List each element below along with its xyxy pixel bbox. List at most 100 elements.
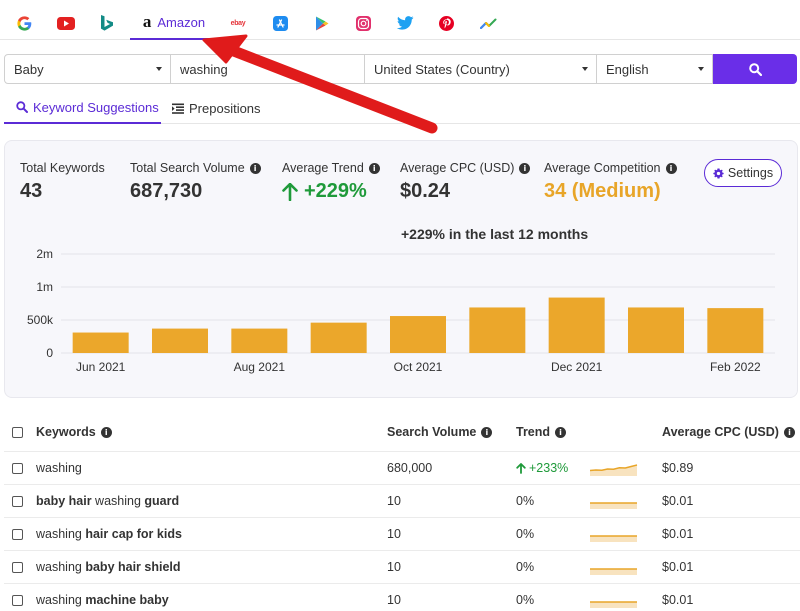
tab-prepositions-label: Prepositions	[189, 100, 261, 116]
chart-bar[interactable]	[72, 332, 129, 353]
search-volume-cell: 680,000	[387, 461, 433, 475]
result-tabs: Keyword Suggestions Prepositions	[4, 92, 800, 124]
stat-value: +229%	[304, 180, 367, 202]
info-icon[interactable]: i	[783, 426, 795, 438]
app-store-tab[interactable]	[271, 6, 289, 40]
gear-icon	[713, 167, 724, 178]
trend-cell: +233%	[516, 452, 568, 484]
chart-bar[interactable]	[548, 297, 605, 353]
settings-button-label: Settings	[727, 166, 774, 180]
x-tick-label: Feb 2022	[710, 360, 761, 374]
chevron-down-icon	[582, 67, 588, 71]
table-row[interactable]: washing hair cap for kids 10 0% $0.01	[4, 517, 800, 550]
search-icon	[16, 101, 28, 113]
keyword-cell[interactable]: washing	[36, 452, 82, 484]
keyword-cell[interactable]: washing machine baby	[36, 584, 169, 611]
keyword-text: machine baby	[85, 593, 169, 607]
search-volume-chart: 0 500k 1m 2m Jun 2021 Aug 2021 Oct 2021 Dec 202…	[27, 247, 775, 374]
trend-value: +233%	[529, 461, 569, 475]
stat-value: 687,730	[130, 180, 203, 202]
y-tick-label: 1m	[36, 280, 53, 294]
row-checkbox[interactable]	[12, 561, 23, 573]
search-volume-cell: 10	[387, 593, 401, 607]
play-store-tab[interactable]	[313, 6, 331, 40]
column-header-keywords[interactable]: Keywords	[36, 425, 96, 439]
app-store-icon	[272, 15, 288, 31]
pinterest-icon	[438, 15, 454, 31]
search-volume-cell: 10	[387, 527, 401, 541]
column-header-average-cpc[interactable]: Average CPC (USD)	[662, 425, 779, 439]
table-row[interactable]: washing 680,000 +233% $0.89	[4, 451, 800, 484]
keyword-input[interactable]: washing	[171, 54, 365, 84]
trend-value: 0%	[516, 593, 535, 607]
info-icon[interactable]: i	[555, 426, 567, 438]
google-tab[interactable]	[14, 6, 34, 40]
search-button[interactable]	[713, 54, 797, 84]
keyword-text: baby hair shield	[85, 560, 181, 574]
instagram-tab[interactable]	[354, 6, 372, 40]
trend-value: 0%	[516, 527, 535, 541]
select-all-checkbox[interactable]	[12, 426, 23, 438]
keyword-cell[interactable]: washing baby hair shield	[36, 551, 181, 583]
twitter-tab[interactable]	[395, 6, 415, 40]
x-tick-label: Oct 2021	[394, 360, 443, 374]
chart-bar[interactable]	[310, 322, 367, 353]
keyword-text: washing	[95, 494, 141, 508]
row-checkbox[interactable]	[12, 594, 23, 606]
keyword-text: hair cap for kids	[85, 527, 182, 541]
row-checkbox[interactable]	[12, 495, 23, 507]
info-icon[interactable]: i	[100, 426, 112, 438]
info-icon[interactable]: i	[481, 426, 493, 438]
chart-bar[interactable]	[231, 328, 288, 353]
tab-prepositions[interactable]: Prepositions	[172, 92, 272, 124]
info-icon[interactable]: i	[665, 162, 677, 174]
language-select-value: English	[606, 61, 649, 77]
stat-average-cpc: Average CPC (USD) i $0.24	[400, 161, 531, 203]
stat-average-trend: Average Trend i +229%	[282, 161, 380, 203]
amazon-tab[interactable]: a Amazon	[130, 6, 218, 40]
language-select[interactable]: English	[597, 54, 713, 84]
table-row[interactable]: washing baby hair shield 10 0% $0.01	[4, 550, 800, 583]
keyword-cell[interactable]: washing hair cap for kids	[36, 518, 182, 550]
table-row[interactable]: washing machine baby 10 0% $0.01	[4, 583, 800, 611]
table-header-row: Keywords i Search Volume i Trend i Average …	[4, 416, 800, 449]
pinterest-tab[interactable]	[437, 6, 455, 40]
info-icon[interactable]: i	[249, 162, 261, 174]
chart-bar[interactable]	[707, 308, 764, 353]
keyword-cell[interactable]: baby hair washing guard	[36, 485, 179, 517]
chart-bar[interactable]	[390, 316, 446, 353]
table-row[interactable]: baby hair washing guard 10 0% $0.01	[4, 484, 800, 517]
keyword-text: baby hair	[36, 494, 96, 508]
chart-bar[interactable]	[628, 307, 684, 353]
bing-tab[interactable]	[98, 6, 116, 40]
column-header-trend[interactable]: Trend	[516, 425, 550, 439]
amazon-icon: a	[142, 12, 152, 31]
column-header-search-volume[interactable]: Search Volume	[387, 425, 476, 439]
platform-tabs: a Amazon ebay	[0, 0, 800, 40]
country-select[interactable]: United States (Country)	[365, 54, 597, 84]
row-checkbox[interactable]	[12, 528, 23, 540]
chart-bar[interactable]	[152, 328, 208, 353]
stat-label: Average Competition	[544, 161, 661, 175]
tab-keyword-suggestions[interactable]: Keyword Suggestions	[4, 92, 161, 124]
average-cpc-cell: $0.01	[662, 560, 694, 574]
ebay-tab[interactable]: ebay	[228, 6, 248, 40]
trends-tab[interactable]	[478, 6, 498, 40]
chart-bar[interactable]	[469, 307, 526, 353]
play-store-icon	[316, 16, 329, 30]
trend-cell: 0%	[516, 518, 534, 550]
country-select-value: United States (Country)	[374, 61, 510, 77]
category-select[interactable]: Baby	[4, 54, 171, 84]
youtube-tab[interactable]	[56, 6, 76, 40]
trend-sparkline	[590, 535, 637, 542]
row-checkbox[interactable]	[12, 462, 23, 474]
settings-button[interactable]: Settings	[704, 159, 782, 187]
info-icon[interactable]: i	[519, 162, 531, 174]
stat-label: Total Keywords	[20, 161, 105, 175]
chart-title: +229% in the last 12 months	[401, 226, 589, 242]
tab-keyword-suggestions-label: Keyword Suggestions	[33, 99, 159, 115]
info-icon[interactable]: i	[368, 162, 380, 174]
trend-value: 0%	[516, 560, 535, 574]
amazon-tab-label: Amazon	[157, 14, 206, 30]
bing-icon	[101, 14, 113, 31]
